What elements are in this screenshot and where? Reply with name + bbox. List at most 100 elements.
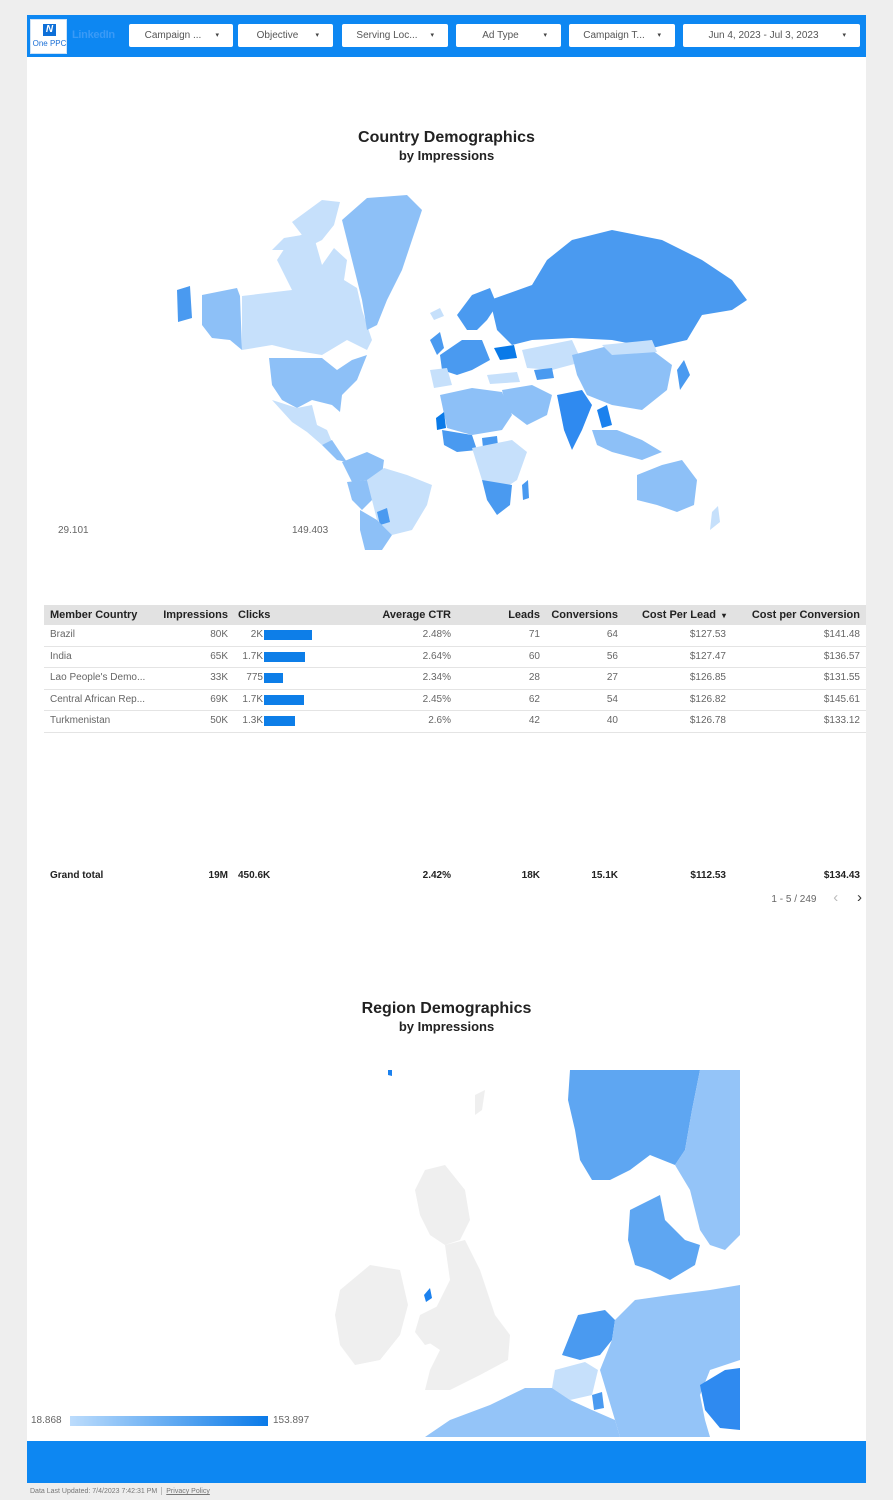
- cell-cost-per-lead: $127.53: [689, 629, 726, 640]
- table-pagination: 1 - 5 / 249 ‹ ›: [771, 888, 862, 908]
- map-country-mexico[interactable]: [272, 400, 332, 445]
- col-header-impressions[interactable]: Impressions: [154, 605, 228, 625]
- objective-filter[interactable]: Objective ▾: [238, 24, 333, 47]
- filter-label: Objective: [256, 30, 299, 41]
- map-country-japan[interactable]: [677, 360, 690, 390]
- cell-member-country: India: [50, 650, 72, 662]
- region-legend-gradient: [70, 1416, 268, 1426]
- map-canadian-islands[interactable]: [272, 200, 340, 250]
- col-header-conversions[interactable]: Conversions: [544, 605, 618, 625]
- cell-cost-per-conversion: $133.12: [823, 715, 860, 726]
- col-header-leads[interactable]: Leads: [474, 605, 540, 625]
- col-header-clicks[interactable]: Clicks: [238, 605, 288, 625]
- clicks-bar: [264, 651, 305, 662]
- map-country-laos[interactable]: [597, 405, 612, 428]
- map-region-faroe[interactable]: [388, 1070, 392, 1076]
- map-region-denmark[interactable]: [628, 1195, 700, 1280]
- cell-cost-per-lead: $127.47: [689, 650, 726, 662]
- cell-conversions: 64: [606, 629, 618, 640]
- sort-desc-icon: ▾: [721, 611, 726, 620]
- map-central-africa[interactable]: [472, 440, 527, 490]
- col-header-member-country[interactable]: Member Country: [50, 605, 160, 625]
- clicks-bar: [264, 694, 304, 705]
- grand-total-impressions: 19M: [208, 870, 228, 881]
- country-geo-map[interactable]: [172, 190, 747, 550]
- map-country-new-zealand[interactable]: [710, 506, 720, 530]
- map-country-india[interactable]: [557, 390, 592, 450]
- map-region-luxembourg[interactable]: [592, 1392, 604, 1410]
- map-region-scotland[interactable]: [415, 1165, 470, 1245]
- region-map-title-block: Region Demographics by Impressions: [27, 1000, 866, 1034]
- col-header-average-ctr[interactable]: Average CTR: [344, 605, 451, 625]
- previous-page-icon[interactable]: ‹: [833, 888, 838, 908]
- cell-conversions: 54: [606, 693, 618, 705]
- map-region-ireland[interactable]: [335, 1265, 408, 1365]
- map-region-isle-of-man[interactable]: [424, 1288, 432, 1302]
- cell-cost-per-conversion: $136.57: [823, 650, 860, 662]
- map-region-shetland[interactable]: [475, 1090, 485, 1115]
- map-country-turkey[interactable]: [487, 372, 520, 384]
- footer-band: [27, 1441, 866, 1483]
- header-bar: N One PPC LinkedIn Campaign ... ▾ Object…: [27, 15, 866, 57]
- map-southern-africa[interactable]: [482, 480, 512, 515]
- grand-total-conversions: 15.1K: [591, 870, 618, 881]
- table-row[interactable]: Brazil 80K 2K 2.48% 71 64 $127.53 $141.48: [44, 625, 866, 647]
- cell-cost-per-lead: $126.82: [689, 693, 726, 705]
- region-geo-map[interactable]: [330, 1070, 740, 1437]
- col-header-cost-per-conversion[interactable]: Cost per Conversion: [734, 605, 860, 625]
- map-middle-east[interactable]: [502, 385, 552, 425]
- cell-conversions: 27: [606, 672, 618, 683]
- cell-leads: 60: [528, 650, 540, 662]
- map-region-east-russia-west[interactable]: [177, 286, 192, 322]
- map-country-turkmenistan[interactable]: [534, 368, 554, 380]
- table-row[interactable]: Turkmenistan 50K 1.3K 2.6% 42 40 $126.78 $133.1…: [44, 711, 866, 733]
- table-row[interactable]: Lao People's Demo... 33K 775 2.34% 28 27 $126.…: [44, 668, 866, 690]
- date-range-label: Jun 4, 2023 - Jul 3, 2023: [708, 30, 819, 41]
- region-legend-min: 18.868: [31, 1415, 62, 1426]
- map-country-iceland[interactable]: [430, 308, 444, 320]
- map-country-madagascar[interactable]: [522, 480, 529, 500]
- table-row[interactable]: Central African Rep... 69K 1.7K 2.45% 62 54 $1…: [44, 690, 866, 711]
- cell-impressions: 65K: [210, 650, 228, 662]
- cell-average-ctr: 2.45%: [422, 693, 451, 705]
- report-page: N One PPC LinkedIn Campaign ... ▾ Object…: [27, 15, 866, 1483]
- table-header-row: Member Country Impressions Clicks Averag…: [44, 605, 866, 625]
- col-header-cost-per-lead[interactable]: Cost Per Lead ▾: [624, 605, 726, 626]
- map-southeast-asia[interactable]: [592, 430, 662, 460]
- filter-label: Serving Loc...: [356, 30, 418, 41]
- map-region-france[interactable]: [425, 1388, 620, 1437]
- campaign-filter[interactable]: Campaign ... ▾: [129, 24, 233, 47]
- cell-clicks: 2K: [250, 629, 263, 640]
- map-country-scandinavia[interactable]: [457, 288, 497, 330]
- cell-average-ctr: 2.48%: [422, 629, 451, 640]
- serving-location-filter[interactable]: Serving Loc... ▾: [342, 24, 448, 47]
- region-map-subtitle: by Impressions: [398, 1019, 495, 1034]
- map-country-russia[interactable]: [490, 230, 747, 348]
- next-page-icon[interactable]: ›: [857, 888, 862, 908]
- cell-average-ctr: 2.34%: [422, 672, 451, 683]
- grand-total-clicks: 450.6K: [238, 870, 271, 881]
- privacy-policy-link[interactable]: Privacy Policy: [166, 1488, 210, 1495]
- map-central-america[interactable]: [322, 440, 347, 462]
- date-range-picker[interactable]: Jun 4, 2023 - Jul 3, 2023 ▾: [683, 24, 860, 47]
- caret-down-icon: ▾: [657, 32, 661, 39]
- map-region-wales[interactable]: [415, 1305, 442, 1345]
- ad-type-filter[interactable]: Ad Type ▾: [456, 24, 561, 47]
- map-country-ukraine[interactable]: [494, 345, 517, 360]
- footer-divider: [161, 1487, 163, 1495]
- cell-leads: 42: [528, 715, 540, 726]
- cell-member-country: Turkmenistan: [50, 715, 111, 726]
- cell-cost-per-conversion: $145.61: [823, 693, 860, 705]
- table-row[interactable]: India 65K 1.7K 2.64% 60 56 $127.47 $136.57: [44, 647, 866, 668]
- grand-total-row: Grand total 19M 450.6K 2.42% 18K 15.1K $…: [44, 866, 866, 886]
- campaign-type-filter[interactable]: Campaign T... ▾: [569, 24, 675, 47]
- map-country-australia[interactable]: [637, 460, 697, 512]
- cell-leads: 28: [528, 672, 540, 683]
- map-north-africa[interactable]: [440, 388, 512, 435]
- map-country-usa-alaska[interactable]: [202, 288, 242, 350]
- map-country-uk[interactable]: [430, 332, 444, 355]
- cell-member-country: Brazil: [50, 629, 76, 640]
- cell-impressions: 50K: [210, 715, 228, 726]
- map-country-usa[interactable]: [269, 355, 367, 412]
- col-header-cost-per-lead-label: Cost Per Lead: [641, 609, 716, 621]
